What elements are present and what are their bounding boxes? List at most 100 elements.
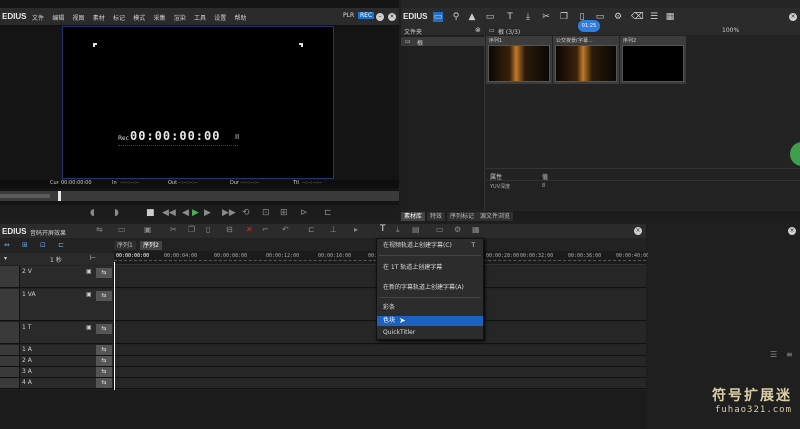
close-icon[interactable]: ×: [788, 227, 796, 235]
collapse-icon[interactable]: ▾: [4, 255, 7, 262]
folder-root[interactable]: ▭ 根: [401, 37, 485, 47]
group-icon[interactable]: ⊞: [22, 241, 28, 249]
trim-icon[interactable]: ⌐: [262, 225, 269, 234]
track-select[interactable]: [0, 356, 20, 366]
close-icon[interactable]: ×: [789, 13, 797, 21]
playhead[interactable]: [114, 262, 115, 390]
copy-icon[interactable]: ❐: [188, 225, 195, 234]
track-select[interactable]: [0, 322, 20, 343]
zoom-slider-icon[interactable]: ⊢: [90, 254, 96, 262]
menu-item-quicktitler[interactable]: QuickTitler: [377, 328, 483, 338]
tab-sequence2[interactable]: 序列2: [140, 241, 162, 250]
settings-icon[interactable]: ⚙: [454, 225, 461, 234]
menu-item-color-matte[interactable]: 色块 ➤: [377, 316, 483, 326]
redo-icon[interactable]: ⊏: [308, 225, 315, 234]
clip-item[interactable]: 序列2: [620, 36, 686, 84]
menu-edit[interactable]: 编辑: [52, 15, 64, 22]
stop-icon[interactable]: ■: [146, 208, 155, 218]
sync-lock-icon[interactable]: ⇆: [96, 378, 112, 388]
list-view-icon[interactable]: ☰: [649, 12, 659, 22]
title-icon[interactable]: T: [380, 224, 386, 234]
export-icon[interactable]: ⤓: [396, 225, 400, 235]
set-out-icon[interactable]: ◗: [114, 208, 119, 218]
sync-lock-icon[interactable]: ⇆: [96, 291, 112, 301]
track-lane[interactable]: [114, 367, 646, 377]
menu-icon[interactable]: ≡: [786, 350, 793, 359]
sync-lock-icon[interactable]: ⇆: [96, 345, 112, 355]
track-lane[interactable]: [114, 356, 646, 366]
menu-clip[interactable]: 素材: [93, 15, 105, 22]
track-lane[interactable]: [114, 378, 646, 388]
snap-icon[interactable]: ▦: [472, 225, 480, 234]
tab-seq-markers[interactable]: 序列标记: [447, 212, 478, 221]
close-icon[interactable]: ×: [388, 13, 396, 21]
menu-view[interactable]: 视图: [73, 15, 85, 22]
open-clip-icon[interactable]: ▭: [485, 12, 495, 22]
cut-icon[interactable]: ✂: [541, 12, 551, 22]
clip-item[interactable]: 公交夜景(字幕...: [553, 36, 619, 84]
folder-view-icon[interactable]: ▭: [433, 12, 443, 22]
menu-marker[interactable]: 标记: [113, 15, 125, 22]
play-icon[interactable]: ▶: [192, 208, 199, 218]
marker-icon[interactable]: ⊥: [330, 225, 337, 234]
search-icon[interactable]: ⚲: [451, 12, 461, 22]
menu-item-create-title-1t[interactable]: 在 1T 轨道上创建字幕: [377, 263, 483, 273]
menu-mode[interactable]: 模式: [133, 15, 145, 22]
menu-tools[interactable]: 工具: [194, 15, 206, 22]
paste-icon[interactable]: ▯: [206, 225, 210, 234]
minimize-icon[interactable]: –: [376, 13, 384, 21]
track-select[interactable]: [0, 266, 20, 287]
title-icon[interactable]: T: [505, 12, 515, 22]
menu-file[interactable]: 文件: [32, 15, 44, 22]
properties-icon[interactable]: ⚙: [613, 12, 623, 22]
delete-icon[interactable]: ✕: [246, 225, 253, 234]
step-back-icon[interactable]: ◀: [182, 208, 189, 218]
sync-lock-icon[interactable]: ⇆: [96, 268, 112, 278]
fast-forward-icon[interactable]: ▶▶: [222, 208, 236, 218]
link-icon[interactable]: ⇔: [4, 241, 10, 249]
sync-lock-icon[interactable]: ⇆: [96, 367, 112, 377]
track-mute-icon[interactable]: ▣: [86, 268, 92, 275]
track-select[interactable]: [0, 345, 20, 355]
scrub-bar[interactable]: [0, 191, 399, 201]
menu-render[interactable]: 渲染: [174, 15, 186, 22]
track-lane[interactable]: [114, 345, 646, 355]
up-folder-icon[interactable]: ▲: [467, 12, 477, 22]
overwrite-icon[interactable]: ⊞: [280, 208, 288, 218]
tab-source-browser[interactable]: 源文件浏览: [477, 212, 514, 221]
loop-icon[interactable]: ⟲: [242, 208, 250, 218]
cut-icon[interactable]: ✂: [170, 225, 177, 234]
menu-item-create-title-new-track[interactable]: 在新的字幕轨道上创建字幕(A): [377, 283, 483, 293]
zoom-scale[interactable]: 1 秒: [50, 255, 62, 264]
menu-item-color-bars[interactable]: 彩条: [377, 303, 483, 313]
copy-icon[interactable]: ❐: [559, 12, 569, 22]
track-select[interactable]: [0, 289, 20, 320]
audio-icon[interactable]: ▭: [436, 225, 444, 234]
delete-icon[interactable]: ⌫: [631, 12, 644, 22]
clip-item[interactable]: 序列1: [486, 36, 552, 84]
menu-item-create-title-video-track[interactable]: 在视频轨道上创建字幕(C) T: [377, 241, 483, 251]
sync-icon[interactable]: ⊡: [40, 241, 46, 249]
track-mute-icon[interactable]: ▣: [86, 324, 92, 331]
render-icon[interactable]: ▸: [354, 225, 358, 234]
close-icon[interactable]: ×: [634, 227, 642, 235]
ripple-toggle-icon[interactable]: ⊏: [58, 241, 64, 249]
tab-sequence1[interactable]: 序列1: [114, 241, 136, 250]
thumbnail-view-icon[interactable]: ▦: [665, 12, 675, 22]
sync-lock-icon[interactable]: ⇆: [96, 324, 112, 334]
rec-toggle[interactable]: REC: [358, 12, 375, 19]
save-icon[interactable]: ▣: [144, 225, 152, 234]
undo-icon[interactable]: ↶: [282, 225, 289, 234]
menu-settings[interactable]: 设置: [214, 15, 226, 22]
list-icon[interactable]: ☰: [770, 350, 777, 359]
mode-icon[interactable]: ⇋: [96, 225, 103, 234]
track-mute-icon[interactable]: ▣: [86, 291, 92, 298]
scrub-handle[interactable]: [58, 191, 61, 201]
output-icon[interactable]: ⊳: [300, 208, 308, 218]
step-forward-icon[interactable]: ▶: [204, 208, 211, 218]
menu-help[interactable]: 帮助: [235, 15, 247, 22]
close-icon[interactable]: ⊗: [475, 26, 481, 34]
track-select[interactable]: [0, 367, 20, 377]
export-icon[interactable]: ⊏: [324, 208, 332, 218]
plr-toggle[interactable]: PLR: [343, 12, 354, 19]
